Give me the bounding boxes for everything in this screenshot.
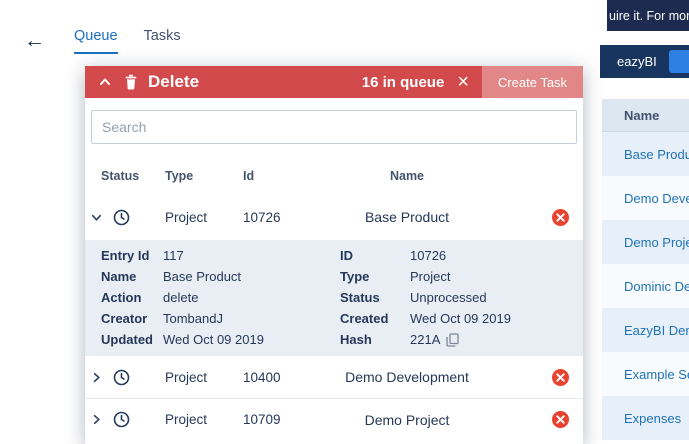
detail-label: Name (101, 266, 163, 287)
back-arrow-icon[interactable]: ← (24, 30, 45, 51)
detail-label: Status (340, 287, 410, 308)
copy-icon[interactable] (446, 333, 459, 347)
entry-details-right: ID 10726 Type Project Status Unprocessed… (340, 245, 583, 350)
clock-status-icon (107, 209, 147, 226)
detail-label: Created (340, 308, 410, 329)
row-name: Base Product (323, 209, 537, 225)
hash-text: 221A (410, 329, 440, 350)
create-task-button[interactable]: Create Task (482, 66, 583, 98)
project-link[interactable]: Expenses (624, 411, 681, 426)
detail-label: Hash (340, 329, 410, 350)
queue-table-header: Status Type Id Name (85, 158, 583, 194)
column-header-label: Name (624, 108, 659, 123)
project-link[interactable]: EazyBI Dem (624, 323, 689, 338)
page-banner-fragment: uire it. For mor (609, 9, 689, 23)
page-banner-text: uire it. For mor (607, 0, 689, 31)
remove-entry-icon[interactable] (551, 410, 570, 429)
detail-value: delete (163, 287, 340, 308)
detail-value: Wed Oct 09 2019 (410, 308, 583, 329)
row-name: Demo Project (323, 412, 537, 428)
detail-value: Project (410, 266, 583, 287)
detail-value: 117 (163, 245, 340, 266)
detail-label: ID (340, 245, 410, 266)
eazybi-brand: eazyBI (617, 54, 657, 69)
project-row[interactable]: Base Produ (602, 132, 689, 176)
column-name: Name (323, 169, 537, 183)
extension-overlay: ← Queue Tasks Delete (0, 0, 600, 444)
row-type: Project (147, 412, 235, 427)
column-id: Id (235, 169, 323, 183)
column-type: Type (147, 169, 235, 183)
remove-entry-icon[interactable] (551, 208, 570, 227)
tab-queue[interactable]: Queue (74, 28, 118, 54)
row-type: Project (147, 210, 235, 225)
detail-value: Unprocessed (410, 287, 583, 308)
project-link[interactable]: Example Se (624, 367, 689, 382)
entry-details-left: Entry Id 117 Name Base Product Action de… (85, 245, 340, 350)
app-screen: uire it. For mor eazyBI Name Base Produ … (0, 0, 689, 444)
projects-table-header-name[interactable]: Name (602, 99, 689, 132)
queue-count-badge: 16 in queue (362, 74, 445, 91)
queue-row[interactable]: Project 10709 Demo Project (85, 398, 583, 440)
hash-value: 221A (410, 329, 583, 350)
detail-label: Creator (101, 308, 163, 329)
row-id: 10400 (235, 370, 323, 385)
panel-header: Delete 16 in queue × Create Task (85, 66, 583, 98)
clock-status-icon (107, 411, 147, 428)
detail-value: 10726 (410, 245, 583, 266)
row-id: 10726 (235, 210, 323, 225)
tab-bar: Queue Tasks (74, 28, 181, 54)
project-link[interactable]: Demo Deve (624, 191, 689, 206)
detail-label: Type (340, 266, 410, 287)
project-row[interactable]: Example Se (602, 352, 689, 396)
tab-tasks[interactable]: Tasks (144, 28, 181, 54)
close-icon[interactable]: × (457, 72, 469, 92)
clock-status-icon (107, 369, 147, 386)
project-link[interactable]: Demo Proje (624, 235, 689, 250)
trash-icon (124, 74, 138, 90)
collapse-chevron-up-icon[interactable] (98, 75, 112, 89)
project-row[interactable]: Expenses (602, 396, 689, 440)
detail-label: Updated (101, 329, 163, 350)
detail-label: Action (101, 287, 163, 308)
row-id: 10709 (235, 412, 323, 427)
eazybi-navbar: eazyBI (600, 45, 689, 78)
detail-value: Wed Oct 09 2019 (163, 329, 340, 350)
row-type: Project (147, 370, 235, 385)
entry-details: Entry Id 117 Name Base Product Action de… (85, 240, 583, 356)
overlay-topbar: ← Queue Tasks (0, 0, 600, 66)
project-link[interactable]: Dominic De (624, 279, 689, 294)
detail-label: Entry Id (101, 245, 163, 266)
search-input[interactable] (91, 110, 577, 144)
project-row[interactable]: Demo Proje (602, 220, 689, 264)
queue-row[interactable]: Project 10726 Base Product (85, 194, 583, 240)
search-bar (85, 98, 583, 144)
detail-value: Base Product (163, 266, 340, 287)
project-row[interactable]: Demo Deve (602, 176, 689, 220)
project-link[interactable]: Base Produ (624, 147, 689, 162)
column-status: Status (85, 169, 147, 183)
delete-queue-panel: Delete 16 in queue × Create Task Status … (85, 66, 583, 444)
chevron-right-icon[interactable] (90, 413, 103, 426)
project-row[interactable]: EazyBI Dem (602, 308, 689, 352)
navbar-action-button[interactable] (669, 50, 689, 73)
panel-title: Delete (148, 72, 199, 92)
chevron-right-icon[interactable] (90, 371, 103, 384)
project-row[interactable]: Dominic De (602, 264, 689, 308)
chevron-down-icon[interactable] (90, 211, 103, 224)
detail-value: TombandJ (163, 308, 340, 329)
queue-row[interactable]: Project 10400 Demo Development (85, 356, 583, 398)
projects-table: Name Base Produ Demo Deve Demo Proje Dom… (602, 99, 689, 444)
remove-entry-icon[interactable] (551, 368, 570, 387)
row-name: Demo Development (323, 369, 537, 385)
